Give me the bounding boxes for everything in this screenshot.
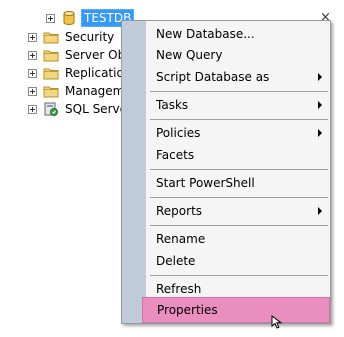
- menu-item-delete[interactable]: Delete: [146, 250, 330, 272]
- tree-node-management[interactable]: Manageme: [28, 82, 134, 100]
- menu-item-label: Properties: [157, 303, 218, 317]
- expand-icon[interactable]: [28, 86, 37, 96]
- submenu-arrow-icon: [318, 101, 322, 109]
- submenu-arrow-icon: [318, 207, 322, 215]
- menu-item-start-powershell[interactable]: Start PowerShell: [146, 172, 330, 194]
- tree-node-server-objects[interactable]: Server Obj: [28, 46, 131, 64]
- menu-item-facets[interactable]: Facets: [146, 144, 330, 166]
- submenu-arrow-icon: [318, 73, 322, 81]
- menu-item-label: Script Database as: [156, 70, 270, 84]
- folder-icon: [43, 50, 59, 62]
- menu-separator: [150, 197, 328, 198]
- menu-item-label: Rename: [156, 232, 206, 246]
- menu-item-label: Delete: [156, 254, 196, 268]
- tree-node-label: SQL Serve: [65, 102, 127, 116]
- menu-item-policies[interactable]: Policies: [146, 122, 330, 144]
- menu-item-label: Start PowerShell: [156, 176, 255, 190]
- expand-icon[interactable]: [28, 104, 37, 114]
- menu-item-tasks[interactable]: Tasks: [146, 94, 330, 116]
- sql-agent-icon: [44, 102, 58, 116]
- menu-item-new-query[interactable]: New Query: [146, 44, 330, 66]
- menu-separator: [150, 169, 328, 170]
- tree-node-label: Security: [65, 30, 115, 44]
- menu-item-new-database[interactable]: New Database...: [146, 23, 330, 45]
- expand-icon[interactable]: [28, 68, 37, 78]
- tree-node-security[interactable]: Security: [28, 28, 116, 46]
- folder-icon: [43, 32, 59, 44]
- mouse-cursor-icon: [271, 315, 283, 329]
- menu-item-label: New Query: [156, 48, 223, 62]
- menu-item-label: Tasks: [156, 98, 189, 112]
- menu-item-reports[interactable]: Reports: [146, 200, 330, 222]
- submenu-arrow-icon: [318, 129, 322, 137]
- context-menu: New Database... New Query Script Databas…: [121, 20, 331, 324]
- menu-item-script-database-as[interactable]: Script Database as: [146, 66, 330, 88]
- folder-icon: [43, 86, 59, 98]
- menu-separator: [150, 91, 328, 92]
- menu-item-label: Reports: [156, 204, 203, 218]
- expand-icon[interactable]: [28, 50, 37, 60]
- expand-icon[interactable]: [28, 32, 37, 42]
- folder-icon: [43, 68, 59, 80]
- menu-separator: [150, 225, 328, 226]
- menu-item-label: Facets: [156, 148, 195, 162]
- menu-item-label: New Database...: [156, 27, 255, 41]
- menu-item-properties[interactable]: Properties: [142, 297, 330, 323]
- menu-item-label: Policies: [156, 126, 201, 140]
- menu-item-label: Refresh: [156, 282, 202, 296]
- menu-icon-gutter: [122, 21, 146, 323]
- tree-node-sql-server-agent[interactable]: SQL Serve: [28, 100, 129, 118]
- expand-icon[interactable]: [46, 13, 55, 23]
- tree-node-replication[interactable]: Replication: [28, 64, 133, 82]
- menu-separator: [150, 275, 328, 276]
- menu-item-rename[interactable]: Rename: [146, 228, 330, 250]
- database-icon: [63, 11, 75, 25]
- menu-separator: [150, 119, 328, 120]
